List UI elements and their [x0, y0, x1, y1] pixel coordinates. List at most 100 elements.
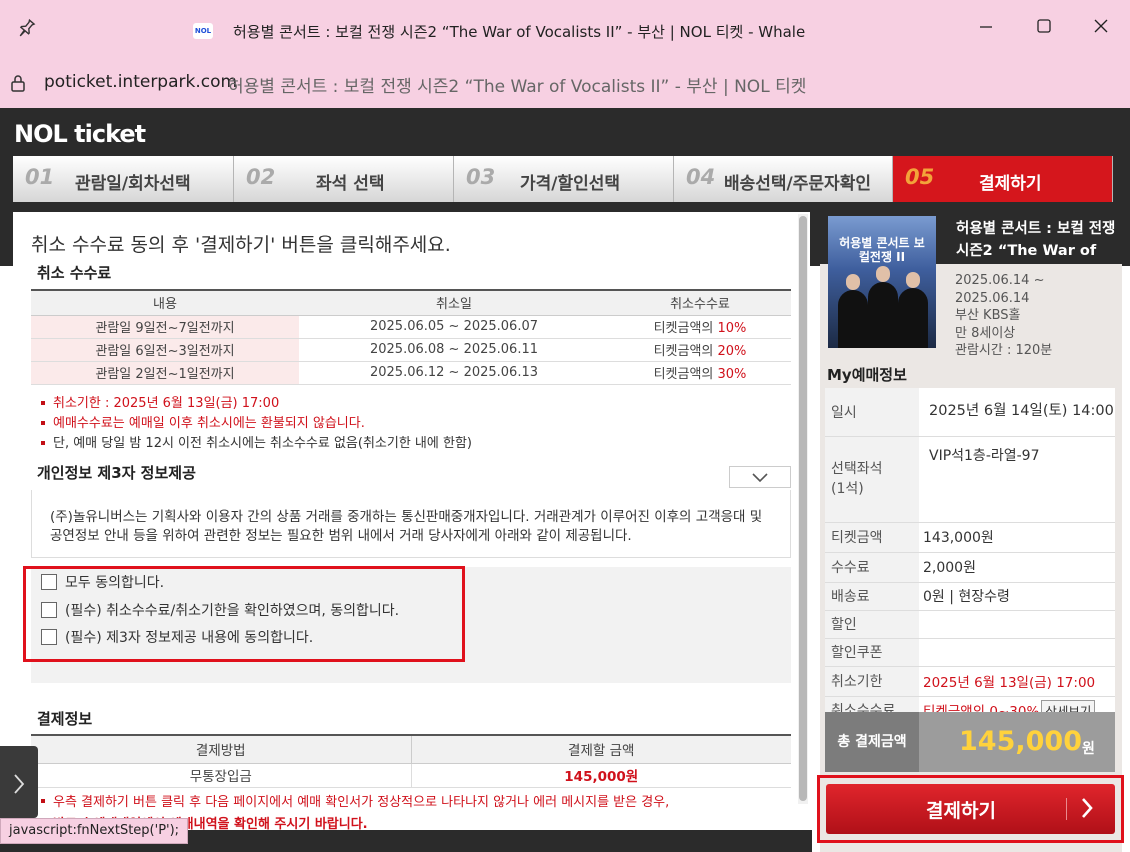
url-domain[interactable]: poticket.interpark.com — [44, 72, 237, 92]
column-header: 취소수수료 — [609, 289, 791, 316]
chevron-right-icon — [1079, 793, 1095, 829]
booking-datetime: 2025년 6월 14일(토) 14:00 — [919, 388, 1115, 437]
fee-content: 관람일 2일전~1일전까지 — [31, 361, 299, 385]
payment-info-title: 결제정보 — [37, 710, 93, 728]
row-label: 선택좌석 (1석) — [825, 436, 919, 523]
cancellation-fee-table: 내용 취소일 취소수수료 관람일 9일전~7일전까지 2025.06.05 ~ … — [31, 289, 791, 385]
poster-person — [898, 272, 928, 348]
browser-title-bar: NOL 허용별 콘서트 : 보컬 전쟁 시즌2 “The War of Voca… — [0, 0, 1130, 62]
step-delivery-confirm[interactable]: 04 배송선택/주문자확인 — [674, 156, 893, 202]
agree-cancel-fee-checkbox[interactable]: (필수) 취소수수료/취소기한을 확인하였으며, 동의합니다. — [41, 600, 399, 620]
ticket-price: 143,000원 — [919, 522, 1115, 553]
table-row: 무통장입금 145,000원 — [31, 763, 791, 788]
payment-method: 무통장입금 — [31, 763, 412, 788]
discount-coupon-value — [919, 638, 1115, 667]
agree-all-checkbox[interactable]: 모두 동의합니다. — [41, 572, 164, 592]
concert-venue: 부산 KBS홀 — [955, 308, 1021, 323]
selected-seat: VIP석1층-라열-97 — [919, 436, 1115, 523]
fee-date: 2025.06.05 ~ 2025.06.07 — [299, 315, 609, 339]
step-number: 03 — [466, 165, 496, 189]
table-row: 할인쿠폰 — [825, 638, 1115, 667]
chevron-right-icon — [14, 773, 25, 794]
step-label: 관람일/회차선택 — [75, 174, 191, 194]
my-booking-title: My예매정보 — [827, 366, 907, 384]
agree-third-party-checkbox[interactable]: (필수) 제3자 정보제공 내용에 동의합니다. — [41, 627, 313, 647]
step-number: 02 — [246, 165, 276, 189]
step-price-discount[interactable]: 03 가격/할인선택 — [454, 156, 674, 202]
concert-date-start: 2025.06.14 ~ — [955, 273, 1045, 288]
same-day-cancel-note: 단, 예매 당일 밤 12시 이전 취소시에는 취소수수료 없음(취소기한 내에… — [39, 434, 472, 454]
row-label: 배송료 — [825, 582, 919, 611]
fee-rate: 30% — [717, 367, 747, 382]
page-instruction: 취소 수수료 동의 후 '결제하기' 버튼을 클릭해주세요. — [31, 234, 451, 256]
privacy-section-title: 개인정보 제3자 정보제공 — [37, 464, 196, 482]
concert-age-limit: 만 8세이상 — [955, 325, 1016, 341]
table-row: 취소기한 2025년 6월 13일(금) 17:00 — [825, 666, 1115, 697]
pay-button-divider — [1066, 798, 1067, 820]
url-page-title: 허용별 콘서트 : 보컬 전쟁 시즌2 “The War of Vocalist… — [228, 77, 807, 97]
row-label: 티켓금액 — [825, 522, 919, 553]
step-label: 배송선택/주문자확인 — [724, 174, 871, 194]
step-label: 좌석 선택 — [316, 174, 385, 194]
table-row: 선택좌석 (1석) VIP석1층-라열-97 — [825, 436, 1115, 523]
pay-button-label: 결제하기 — [926, 800, 996, 822]
checkbox-icon[interactable] — [41, 629, 57, 645]
concert-runtime: 관람시간 : 120분 — [955, 343, 1053, 358]
concert-date-end: 2025.06.14 — [955, 290, 1030, 306]
checkbox-icon[interactable] — [41, 602, 57, 618]
privacy-terms-box[interactable]: (주)놀유니버스는 기획사와 이용자 간의 상품 거래를 중개하는 통신판매중개… — [31, 490, 791, 558]
step-date-select[interactable]: 01 관람일/회차선택 — [13, 156, 234, 202]
table-row: 배송료 0원 | 현장수령 — [825, 582, 1115, 611]
concert-info: 2025.06.14 ~ 2025.06.14 부산 KBS홀 만 8세이상 관… — [955, 272, 1052, 360]
total-amount: 145,000 — [959, 726, 1082, 757]
booking-summary-sidebar: 허용별 콘서트 보컬전쟁 II 허용별 콘서트 : 보컬 전쟁 시즌2 “The… — [817, 212, 1124, 852]
cancel-deadline: 2025년 6월 13일(금) 17:00 — [919, 666, 1115, 697]
concert-poster[interactable]: 허용별 콘서트 보컬전쟁 II — [828, 216, 936, 348]
table-row: 수수료 2,000원 — [825, 552, 1115, 583]
minimize-icon[interactable] — [966, 12, 1006, 42]
payment-amount: 145,000원 — [411, 763, 791, 788]
column-header: 내용 — [31, 289, 299, 316]
step-seat-select[interactable]: 02 좌석 선택 — [234, 156, 454, 202]
poster-person — [838, 274, 868, 348]
scrollbar[interactable] — [798, 214, 808, 804]
nol-ticket-logo[interactable]: NOL ticket — [14, 120, 146, 148]
poster-person — [868, 266, 898, 348]
window-title: 허용별 콘서트 : 보컬 전쟁 시즌2 “The War of Vocalist… — [233, 23, 806, 41]
agree-label: (필수) 제3자 정보제공 내용에 동의합니다. — [65, 630, 314, 646]
payment-info-table: 결제방법 결제할 금액 무통장입금 145,000원 — [31, 734, 791, 788]
step-payment[interactable]: 05 결제하기 — [893, 156, 1113, 202]
pin-icon[interactable] — [16, 18, 36, 40]
checkbox-icon[interactable] — [41, 574, 57, 590]
fee-rate-cell: 티켓금액의 20% — [609, 338, 791, 362]
close-icon[interactable] — [1081, 12, 1121, 42]
column-header: 결제할 금액 — [411, 734, 791, 764]
privacy-expand-button[interactable] — [729, 466, 791, 488]
table-row: 티켓금액 143,000원 — [825, 522, 1115, 553]
row-label: 수수료 — [825, 552, 919, 583]
fee-content: 관람일 6일전~3일전까지 — [31, 338, 299, 362]
fee-date: 2025.06.08 ~ 2025.06.11 — [299, 338, 609, 362]
step-number: 01 — [25, 165, 55, 189]
side-panel-toggle[interactable] — [0, 746, 38, 818]
pay-button[interactable]: 결제하기 — [826, 784, 1115, 834]
poster-person-head — [846, 274, 860, 290]
total-currency-unit: 원 — [1082, 741, 1095, 757]
lock-icon[interactable] — [8, 72, 28, 94]
cancel-deadline-note: 취소기한 : 2025년 6월 13일(금) 17:00 — [39, 394, 472, 414]
maximize-icon[interactable] — [1024, 12, 1064, 42]
row-label: 취소기한 — [825, 666, 919, 697]
discount-value — [919, 610, 1115, 639]
poster-person-head — [876, 266, 890, 282]
fee-prefix: 티켓금액의 — [653, 321, 718, 336]
fee-prefix: 티켓금액의 — [653, 344, 718, 359]
fee-rate: 20% — [717, 344, 747, 359]
scrollbar-thumb[interactable] — [799, 216, 807, 801]
fee-rate: 10% — [717, 321, 747, 336]
table-row: 관람일 6일전~3일전까지 2025.06.08 ~ 2025.06.11 티켓… — [31, 338, 791, 362]
service-fee: 2,000원 — [919, 552, 1115, 583]
address-bar[interactable]: poticket.interpark.com 허용별 콘서트 : 보컬 전쟁 시… — [0, 62, 1130, 108]
fee-prefix: 티켓금액의 — [653, 367, 718, 382]
table-row: 할인 — [825, 610, 1115, 639]
column-header: 취소일 — [299, 289, 609, 316]
